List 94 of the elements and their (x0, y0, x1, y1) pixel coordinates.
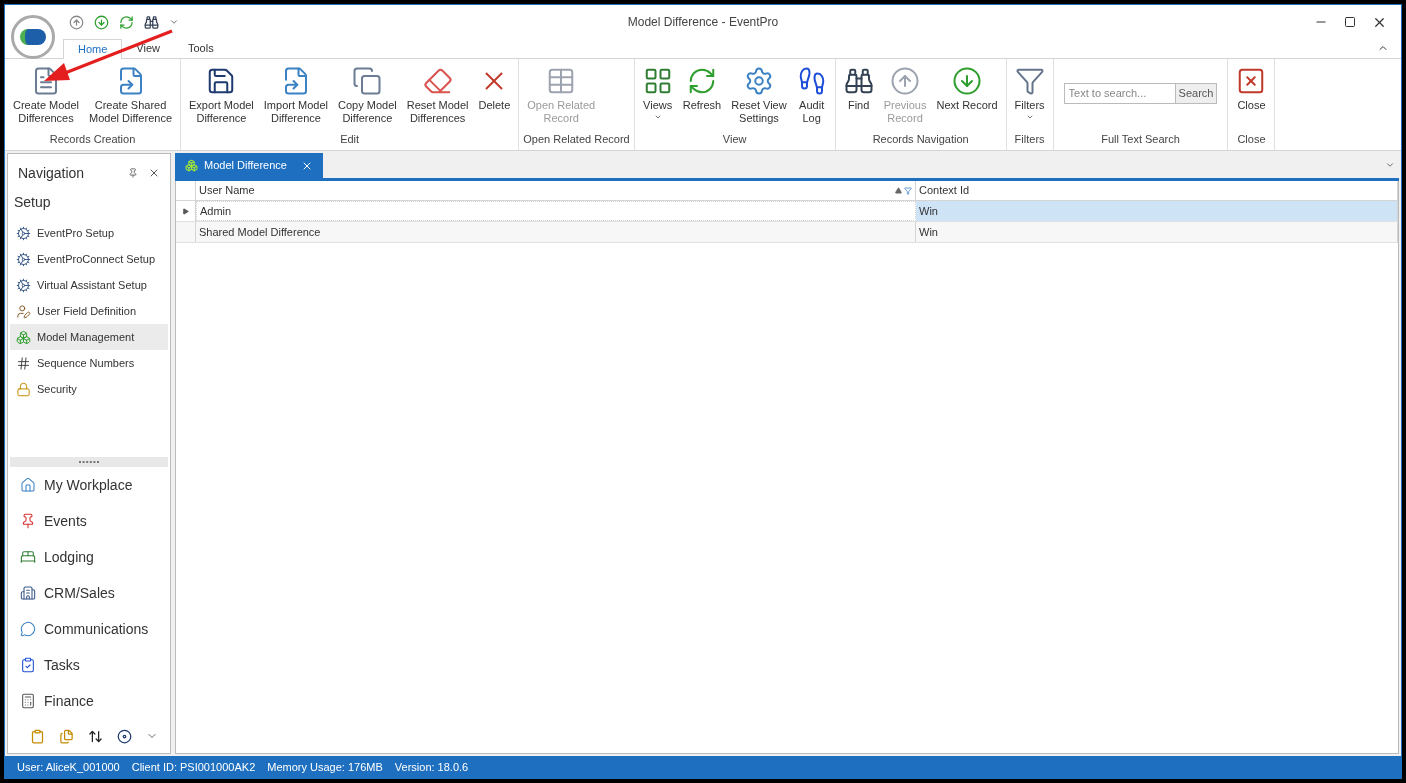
copy-icon (352, 66, 383, 96)
ribbon-tab[interactable]: Tools (174, 38, 228, 58)
files-icon[interactable] (59, 728, 74, 744)
ribbon-button[interactable]: Import Model Difference (259, 63, 332, 125)
nav-item[interactable]: User Field Definition (10, 298, 168, 324)
ribbon-button[interactable]: Create Model Differences (9, 63, 84, 125)
house-icon (20, 477, 36, 493)
column-header[interactable]: User Name (196, 181, 916, 200)
window-title: Model Difference - EventPro (627, 14, 779, 31)
ribbon-button[interactable]: Audit Log (792, 63, 831, 125)
ribbon-button[interactable]: Copy Model Difference (334, 63, 401, 125)
user-icon (16, 303, 31, 319)
lock-icon (16, 381, 31, 397)
arrow-up-circle-icon (890, 66, 921, 96)
hash-icon (16, 355, 31, 371)
boxes-icon (16, 329, 31, 345)
module-item[interactable]: Tasks (8, 647, 170, 683)
status-text: Memory Usage: 176MB (267, 759, 383, 775)
caret-icon[interactable] (169, 17, 179, 27)
ribbon-button[interactable]: Next Record (932, 63, 1002, 112)
table-cell[interactable]: Win (916, 201, 1398, 221)
splitter-handle[interactable] (10, 457, 168, 467)
ribbon-group-title: Edit (340, 131, 360, 147)
status-text: User: AliceK_001000 (17, 759, 120, 775)
ribbon-button[interactable]: Refresh (678, 63, 726, 112)
module-item[interactable]: CRM/Sales (8, 575, 170, 611)
status-text: Client ID: PSI001000AK2 (131, 759, 256, 775)
module-item[interactable]: My Workplace (8, 467, 170, 503)
table-cell[interactable]: Admin (196, 201, 916, 221)
nav-item[interactable]: Model Management (10, 324, 168, 350)
ribbon-button[interactable]: Close (1232, 63, 1271, 112)
pin-icon (20, 513, 36, 529)
eraser-icon (422, 66, 453, 96)
nav-item[interactable]: EventProConnect Setup (10, 246, 168, 272)
nav-item[interactable]: EventPro Setup (10, 220, 168, 246)
refresh-icon[interactable] (119, 14, 134, 30)
table-cell[interactable]: Shared Model Difference (196, 222, 916, 242)
ribbon-button[interactable]: Reset View Settings (727, 63, 791, 125)
ribbon-button[interactable]: Views (638, 63, 677, 121)
ribbon-button[interactable]: Find (839, 63, 878, 112)
binoculars-icon[interactable] (144, 14, 159, 30)
search-button[interactable]: Search (1174, 84, 1217, 103)
clipboard-icon (20, 657, 36, 673)
arrow-down-circle-icon[interactable] (94, 14, 109, 30)
boxes-icon (185, 159, 198, 172)
status-text: Version: 18.0.6 (394, 759, 469, 775)
panel-title: Navigation (18, 163, 85, 183)
bed-icon (20, 549, 36, 565)
disc-icon[interactable] (117, 728, 132, 744)
module-item[interactable]: Lodging (8, 539, 170, 575)
gear-icon (16, 277, 31, 293)
gear-icon (16, 251, 31, 267)
ribbon-group-title: Open Related Record (523, 131, 630, 147)
app-logo-icon[interactable] (11, 15, 55, 59)
binoculars-icon (843, 66, 874, 96)
gear-icon (16, 225, 31, 241)
nav-item[interactable]: Security (10, 376, 168, 402)
close-icon[interactable] (148, 167, 160, 179)
section-title: Setup (13, 193, 52, 212)
arrow-up-circle-icon[interactable] (69, 14, 84, 30)
column-header[interactable]: Context Id (916, 181, 1398, 200)
arrow-down-circle-icon (952, 66, 982, 96)
table-cell[interactable]: Win (916, 222, 1398, 242)
ribbon-button[interactable]: Reset Model Differences (402, 63, 473, 125)
funnel-icon (1014, 66, 1045, 96)
ribbon-group-title: Records Creation (49, 131, 136, 147)
document-tab[interactable]: Model Difference (175, 153, 323, 178)
calculator-icon (20, 693, 36, 709)
ribbon-button[interactable]: Export Model Difference (185, 63, 258, 125)
ribbon-group-title: Filters (1014, 131, 1045, 147)
pin-icon[interactable] (128, 168, 138, 178)
sort-arrows-icon[interactable] (88, 728, 103, 744)
building-icon (20, 585, 36, 601)
ribbon-tab[interactable]: View (122, 38, 174, 58)
module-item[interactable]: Communications (8, 611, 170, 647)
nav-item[interactable]: Sequence Numbers (10, 350, 168, 376)
module-item[interactable]: Events (8, 503, 170, 539)
search-field[interactable]: Text to search... Search (1063, 83, 1218, 104)
ribbon-group-title: View (722, 131, 747, 147)
clipboard-icon[interactable] (30, 728, 45, 744)
ribbon-group-title: Records Navigation (872, 131, 969, 147)
ribbon-button[interactable]: Create Shared Model Difference (85, 63, 176, 125)
tab-list-icon[interactable] (1385, 160, 1395, 170)
ribbon-group-title: Full Text Search (1101, 131, 1180, 147)
ribbon-button[interactable]: Delete (474, 63, 515, 112)
filter-icon[interactable] (904, 186, 912, 195)
speech-bubble-icon (20, 621, 36, 637)
row-indicator-icon (182, 207, 189, 215)
maximize-icon[interactable] (1344, 16, 1356, 28)
module-item[interactable]: Finance (8, 683, 170, 719)
ribbon-button[interactable]: Filters (1010, 63, 1049, 121)
nav-item[interactable]: Virtual Assistant Setup (10, 272, 168, 298)
ribbon-tab[interactable]: Home (63, 39, 123, 59)
ribbon-group-title: Close (1237, 131, 1266, 147)
